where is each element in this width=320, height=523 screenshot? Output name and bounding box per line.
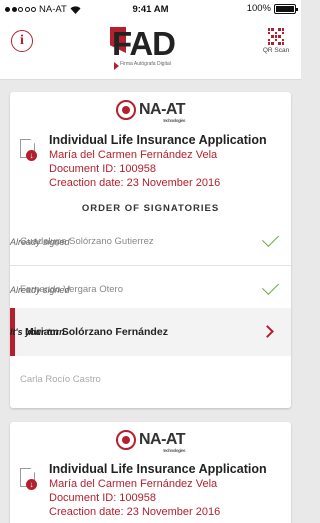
signatory-row: Guadalupe Solórzano Gutierrez Already si… bbox=[10, 218, 291, 266]
signatory-row-current[interactable]: Miriam Solórzano Fernández It's your tur… bbox=[10, 308, 291, 356]
battery-indicator: 100% bbox=[246, 3, 298, 14]
order-of-signatories-heading: ORDER OF SIGNATORIES bbox=[81, 203, 220, 214]
logo-triangle bbox=[114, 62, 119, 70]
document-id: Document ID: 100958 bbox=[49, 492, 157, 504]
qr-scan-label: QR Scan bbox=[262, 47, 290, 54]
document-owner: María del Carmen Fernández Vela bbox=[49, 149, 218, 161]
signatory-status: Already signed bbox=[10, 285, 70, 295]
company-logo: NA-AT technologies bbox=[10, 430, 291, 453]
document-title: Individual Life Insurance Application bbox=[49, 133, 267, 147]
document-id: Document ID: 100958 bbox=[49, 163, 157, 175]
signatory-status: Already signed bbox=[10, 237, 70, 247]
company-name: NA-AT bbox=[138, 431, 186, 448]
logo-tagline: Firma Autógrafa Digital bbox=[120, 61, 171, 67]
info-icon: i bbox=[20, 33, 24, 48]
naat-logo-icon bbox=[115, 430, 136, 450]
company-name: NA-AT bbox=[138, 101, 186, 118]
naat-logo-icon bbox=[115, 100, 136, 120]
document-creation-date: Creaction date: 23 November 2016 bbox=[49, 177, 221, 189]
logo-text: FAD bbox=[112, 25, 176, 62]
fad-logo: FAD Firma Autógrafa Digital bbox=[110, 24, 190, 74]
document-download-icon: ↓ bbox=[20, 139, 38, 163]
app-header: i FAD Firma Autógrafa Digital QR Scan bbox=[0, 20, 301, 80]
signatory-row: Carla Rocío Castro bbox=[10, 356, 291, 404]
chevron-right-icon bbox=[261, 325, 274, 338]
info-button[interactable]: i bbox=[11, 30, 33, 52]
check-icon bbox=[262, 278, 279, 295]
document-card[interactable]: NA-AT technologies ↓ Individual Life Ins… bbox=[10, 92, 291, 408]
qr-code-icon bbox=[267, 28, 285, 45]
check-icon bbox=[262, 230, 279, 247]
signatory-status: It's your turn bbox=[10, 327, 65, 337]
document-creation-date: Creaction date: 23 November 2016 bbox=[49, 506, 221, 518]
battery-percent: 100% bbox=[246, 3, 271, 14]
battery-icon bbox=[274, 3, 298, 14]
document-download-icon: ↓ bbox=[20, 468, 38, 492]
document-title: Individual Life Insurance Application bbox=[49, 462, 267, 476]
document-owner: María del Carmen Fernández Vela bbox=[49, 478, 218, 490]
company-subtitle: technologies bbox=[163, 118, 186, 123]
signatory-name: Carla Rocío Castro bbox=[20, 374, 101, 385]
company-subtitle: technologies bbox=[163, 448, 186, 453]
signatory-row: Fernando Vergara Otero Already signed bbox=[10, 266, 291, 314]
qr-scan-button[interactable]: QR Scan bbox=[261, 28, 291, 54]
status-bar: NA-AT 9:41 AM 100% bbox=[0, 0, 301, 20]
document-card[interactable]: NA-AT technologies ↓ Individual Life Ins… bbox=[10, 422, 291, 523]
company-logo: NA-AT technologies bbox=[10, 100, 291, 123]
